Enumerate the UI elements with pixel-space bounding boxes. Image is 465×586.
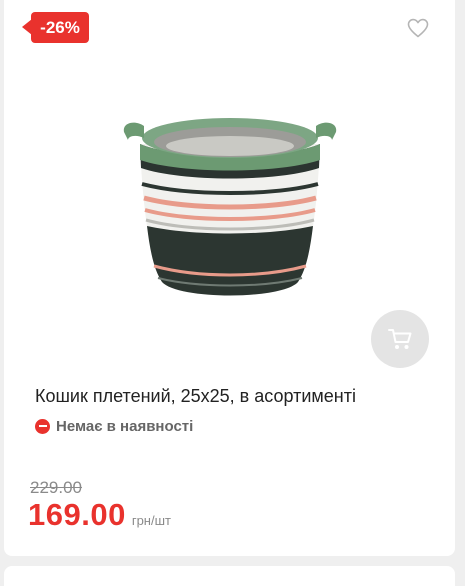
current-price: 169.00 (28, 497, 126, 532)
heart-icon (407, 18, 429, 38)
basket-image (123, 118, 337, 296)
product-image[interactable] (118, 86, 342, 308)
minus-circle-icon (35, 418, 50, 434)
price-row: 169.00 грн/шт (28, 497, 171, 533)
stock-status: Немає в наявності (35, 416, 193, 436)
favorite-button[interactable] (406, 16, 430, 40)
cart-icon (388, 329, 412, 349)
price-unit: грн/шт (131, 513, 171, 528)
discount-badge: -26% (22, 12, 89, 43)
stock-status-label: Немає в наявності (56, 417, 194, 435)
old-price: 229.00 (30, 478, 82, 497)
product-title[interactable]: Кошик плетений, 25x25, в асортименті (35, 384, 435, 408)
discount-badge-label: -26% (40, 18, 80, 37)
next-product-card (4, 566, 455, 586)
add-to-cart-button[interactable] (371, 310, 429, 368)
